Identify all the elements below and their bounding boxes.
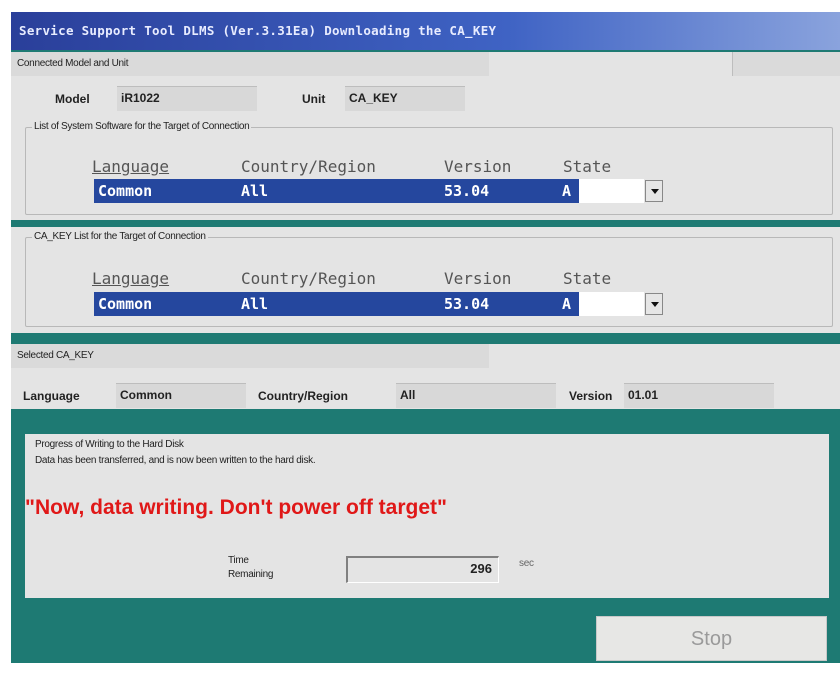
cell-language: Common [98,295,153,313]
stop-button-label: Stop [690,628,733,650]
progress-legend: Progress of Writing to the Hard Disk [35,439,184,450]
cell-state: A [562,182,572,200]
col-country: Country/Region [241,157,376,176]
stop-button[interactable]: Stop [596,616,827,661]
col-state: State [563,157,612,176]
cell-country: All [241,295,269,313]
state-select-box[interactable] [579,292,644,316]
cell-version: 53.04 [444,182,490,200]
col-state: State [563,269,612,288]
col-language: Language [92,269,170,288]
selected-heading: Selected CA_KEY [17,350,94,361]
unit-label: Unit [302,92,326,106]
unit-field: CA_KEY [345,86,465,111]
window-title: Service Support Tool DLMS (Ver.3.31Ea) D… [19,23,497,38]
time-label-1: Time [228,555,249,566]
model-label: Model [55,92,90,106]
cell-state: A [562,295,572,313]
col-version: Version [444,269,512,288]
system-software-panel: List of System Software for the Target o… [11,117,840,220]
version-value: 01.01 [628,388,659,402]
country-value: All [400,388,416,402]
connected-header-spare [732,52,840,76]
cell-country: All [241,182,269,200]
chevron-down-icon [651,189,659,194]
version-field: 01.01 [624,383,774,408]
title-bar: Service Support Tool DLMS (Ver.3.31Ea) D… [11,12,840,50]
system-software-row[interactable]: Common All 53.04 A [94,179,579,203]
warning-message: "Now, data writing. Don't power off targ… [25,496,447,519]
cell-language: Common [98,182,153,200]
state-select-box[interactable] [579,179,644,203]
col-language: Language [92,157,170,176]
unit-value: CA_KEY [349,91,398,105]
connected-panel: Connected Model and Unit Model iR1022 Un… [11,52,840,117]
language-label: Language [23,389,80,403]
progress-message: Data has been transferred, and is now be… [35,455,316,466]
version-label: Version [569,389,613,403]
time-unit: sec [519,558,534,569]
cakey-list-legend: CA_KEY List for the Target of Connection [32,231,208,242]
cell-version: 53.04 [444,295,490,313]
chevron-down-icon [651,302,659,307]
time-remaining-value: 296 [470,561,492,576]
col-version: Version [444,157,512,176]
time-label-2: Remaining [228,569,274,580]
country-field: All [396,383,556,408]
time-remaining-field: 296 [346,556,499,583]
state-dropdown-button[interactable] [645,293,663,315]
system-software-legend: List of System Software for the Target o… [32,121,252,132]
language-value: Common [120,388,172,402]
cakey-list-panel: CA_KEY List for the Target of Connection… [11,227,840,333]
cakey-list-row[interactable]: Common All 53.04 A [94,292,579,316]
model-field: iR1022 [117,86,257,111]
connected-heading: Connected Model and Unit [17,58,129,69]
selected-cakey-panel: Selected CA_KEY Language Common Country/… [11,344,840,409]
language-field: Common [116,383,246,408]
state-dropdown-button[interactable] [645,180,663,202]
country-label: Country/Region [258,389,348,403]
model-value: iR1022 [121,91,160,105]
col-country: Country/Region [241,269,376,288]
